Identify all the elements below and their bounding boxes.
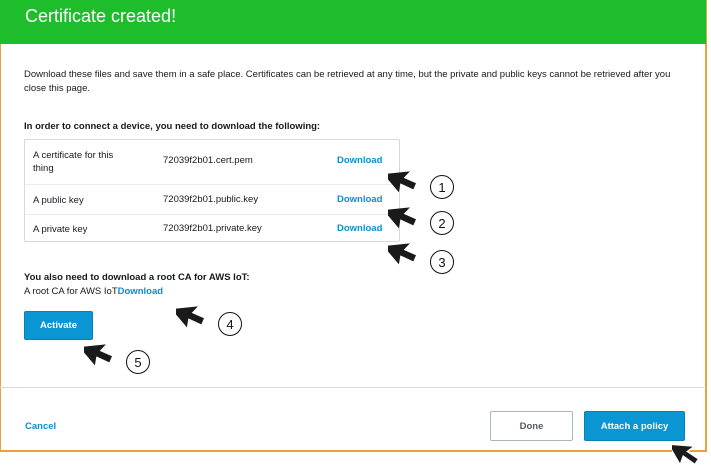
- root-ca-label: A root CA for AWS IoT: [24, 286, 118, 297]
- file-description: A public key: [33, 195, 84, 206]
- arrow-pointer-icon: [388, 207, 417, 229]
- file-row-private-key: A private key 72039f2b01.private.key Dow…: [25, 214, 399, 242]
- callout-badge-3: 3: [430, 250, 454, 274]
- description-text: Download these files and save them in a …: [24, 69, 671, 94]
- arrow-pointer-icon: [84, 344, 113, 366]
- arrow-pointer-icon: [388, 171, 417, 193]
- file-name: 72039f2b01.public.key: [163, 194, 259, 205]
- done-button[interactable]: Done: [490, 411, 573, 441]
- files-heading: In order to connect a device, you need t…: [24, 121, 321, 132]
- file-row-public-key: A public key 72039f2b01.public.key Downl…: [25, 184, 399, 214]
- download-root-ca-link[interactable]: Download: [118, 286, 163, 297]
- callout-badge-1: 1: [430, 175, 454, 199]
- download-public-key-link[interactable]: Download: [337, 194, 382, 205]
- callout-badge-5: 5: [126, 350, 150, 374]
- dialog-title: Certificate created!: [25, 6, 177, 26]
- callout-badge-2: 2: [430, 211, 454, 235]
- download-certificate-link[interactable]: Download: [337, 155, 382, 166]
- arrow-pointer-icon: [388, 243, 417, 265]
- download-private-key-link[interactable]: Download: [337, 223, 382, 234]
- arrow-pointer-icon: [176, 306, 205, 328]
- root-ca-line: A root CA for AWS IoTDownload: [24, 286, 163, 297]
- root-ca-heading: You also need to download a root CA for …: [24, 272, 250, 283]
- mouse-cursor-icon: [672, 443, 700, 467]
- files-table: A certificate for this thing 72039f2b01.…: [24, 139, 400, 242]
- file-description: A certificate for this thing: [33, 150, 114, 174]
- attach-policy-button[interactable]: Attach a policy: [584, 411, 685, 441]
- activate-button[interactable]: Activate: [24, 311, 93, 340]
- callout-badge-4: 4: [218, 312, 242, 336]
- file-name: 72039f2b01.cert.pem: [163, 155, 253, 166]
- file-name: 72039f2b01.private.key: [163, 223, 262, 234]
- dialog-header: Certificate created!: [0, 0, 706, 44]
- file-description: A private key: [33, 224, 88, 235]
- footer-divider: [0, 387, 706, 388]
- cancel-link[interactable]: Cancel: [25, 421, 56, 432]
- file-row-certificate: A certificate for this thing 72039f2b01.…: [25, 140, 399, 184]
